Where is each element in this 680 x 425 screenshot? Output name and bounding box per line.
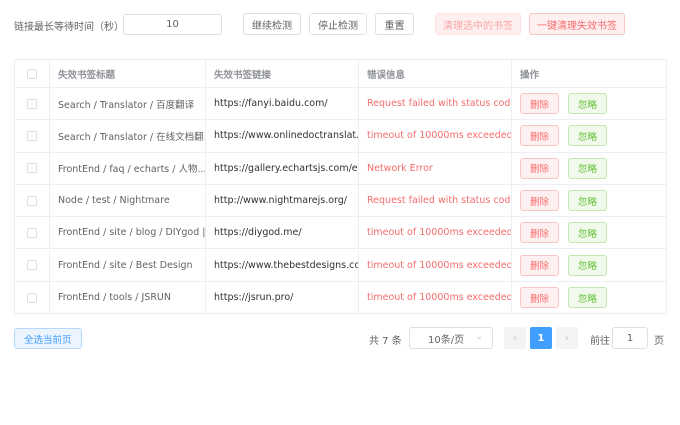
stop-check-button[interactable]: 停止检测 <box>309 13 367 35</box>
select-all-checkbox[interactable] <box>27 68 37 79</box>
bookmark-url: https://www.onlinedoctranslat... <box>214 130 359 142</box>
table-row: Search / Translator / 百度翻译 https://fanyi.… <box>15 88 666 121</box>
table-row: Search / Translator / 在线文档翻... https://ww… <box>15 120 666 153</box>
delete-button[interactable]: 删除 <box>520 190 560 212</box>
bookmark-title: Search / Translator / 百度翻译 <box>58 99 195 111</box>
ignore-button[interactable]: 忽略 <box>568 157 608 179</box>
error-message: timeout of 10000ms exceeded <box>367 292 512 304</box>
row-checkbox[interactable] <box>27 130 37 141</box>
chevron-left-icon: ‹ <box>513 332 517 344</box>
goto-page-input[interactable] <box>612 327 648 349</box>
goto-label: 前往 <box>590 336 610 347</box>
error-message: timeout of 10000ms exceeded <box>367 259 512 271</box>
bookmark-url: https://jsrun.pro/ <box>214 292 294 304</box>
delete-button[interactable]: 删除 <box>520 93 560 115</box>
table-header: 失效书签标题 失效书签链接 错误信息 操作 <box>15 60 666 88</box>
timeout-label: 链接最长等待时间（秒） <box>14 22 124 33</box>
chevron-right-icon: › <box>565 332 569 344</box>
error-message: Network Error <box>367 162 433 174</box>
ignore-button[interactable]: 忽略 <box>568 222 608 244</box>
col-actions-header: 操作 <box>520 69 540 81</box>
col-url-header: 失效书签链接 <box>206 60 359 87</box>
delete-button[interactable]: 删除 <box>520 222 560 244</box>
table-row: FrontEnd / faq / echarts / 人物... https://… <box>15 152 666 185</box>
row-checkbox[interactable] <box>27 260 37 271</box>
bookmark-title: FrontEnd / tools / JSRUN <box>58 292 171 304</box>
page-number-active[interactable]: 1 <box>530 327 552 349</box>
delete-button[interactable]: 删除 <box>520 125 560 147</box>
clear-all-invalid-button[interactable]: 一键清理失效书签 <box>529 13 625 35</box>
goto-suffix: 页 <box>654 336 664 347</box>
row-checkbox[interactable] <box>27 98 37 109</box>
table-row: FrontEnd / site / blog / DIYgod |... http… <box>15 217 666 250</box>
table-row: Node / test / Nightmare http://www.nightm… <box>15 184 666 218</box>
bookmark-table: 失效书签标题 失效书签链接 错误信息 操作 Search / Translato… <box>14 59 667 315</box>
page-size-select[interactable]: 10条/页 ⌄ <box>409 327 493 349</box>
error-message: Request failed with status code 500 <box>367 98 511 110</box>
bookmark-url: http://www.nightmarejs.org/ <box>214 195 348 207</box>
timeout-input[interactable] <box>123 14 222 35</box>
ignore-button[interactable]: 忽略 <box>568 190 608 212</box>
ignore-button[interactable]: 忽略 <box>568 93 608 115</box>
bookmark-title: FrontEnd / site / blog / DIYgod |... <box>58 227 206 239</box>
next-page-button[interactable]: › <box>556 327 578 349</box>
bookmark-url: https://diygod.me/ <box>214 227 302 239</box>
bookmark-title: FrontEnd / faq / echarts / 人物... <box>58 164 206 176</box>
continue-check-button[interactable]: 继续检测 <box>243 13 301 35</box>
table-row: FrontEnd / site / Best Design https://www… <box>15 249 666 282</box>
bookmark-title: FrontEnd / site / Best Design <box>58 259 193 271</box>
bookmark-url: https://fanyi.baidu.com/ <box>214 98 328 110</box>
select-current-page-button[interactable]: 全选当前页 <box>14 328 82 349</box>
col-title-header: 失效书签标题 <box>50 60 206 87</box>
reset-button[interactable]: 重置 <box>375 13 414 35</box>
ignore-button[interactable]: 忽略 <box>568 287 608 309</box>
total-count: 共 7 条 <box>369 336 402 347</box>
delete-button[interactable]: 删除 <box>520 157 560 179</box>
bookmark-title: Search / Translator / 在线文档翻... <box>58 131 206 143</box>
delete-button[interactable]: 删除 <box>520 287 560 309</box>
row-checkbox[interactable] <box>27 195 37 206</box>
clear-selected-button[interactable]: 清理选中的书签 <box>435 13 521 35</box>
error-message: timeout of 10000ms exceeded <box>367 227 512 239</box>
col-error-header: 错误信息 <box>359 60 512 87</box>
ignore-button[interactable]: 忽略 <box>568 254 608 276</box>
prev-page-button[interactable]: ‹ <box>504 327 526 349</box>
bookmark-title: Node / test / Nightmare <box>58 195 170 207</box>
row-checkbox[interactable] <box>27 292 37 303</box>
ignore-button[interactable]: 忽略 <box>568 125 608 147</box>
chevron-down-icon: ⌄ <box>475 332 483 342</box>
row-checkbox[interactable] <box>27 163 37 174</box>
row-checkbox[interactable] <box>27 227 37 238</box>
page-size-value: 10条/页 <box>428 334 465 346</box>
bookmark-url: https://www.thebestdesigns.co... <box>214 259 359 271</box>
error-message: Request failed with status code 404 <box>367 195 511 207</box>
bookmark-url: https://gallery.echartsjs.com/e... <box>214 162 359 174</box>
table-row: FrontEnd / tools / JSRUN https://jsrun.pr… <box>15 281 666 315</box>
toolbar: 链接最长等待时间（秒） 继续检测 停止检测 重置 清理选中的书签 一键清理失效书… <box>0 0 680 48</box>
delete-button[interactable]: 删除 <box>520 254 560 276</box>
error-message: timeout of 10000ms exceeded <box>367 130 512 142</box>
